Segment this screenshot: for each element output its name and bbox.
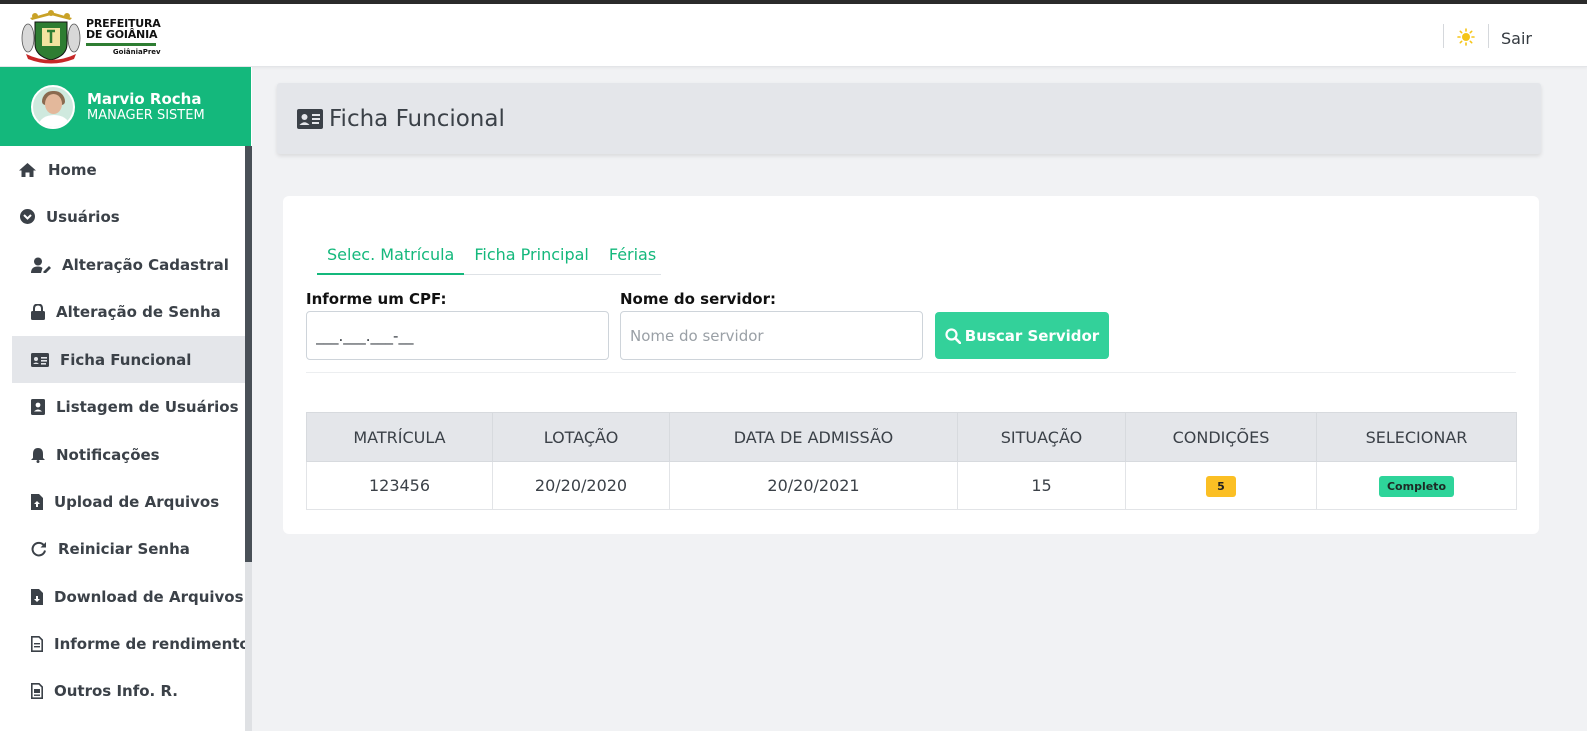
sidebar-item-upload-arquivos[interactable]: Upload de Arquivos bbox=[12, 478, 245, 525]
logo-bar bbox=[86, 43, 156, 46]
crest-icon bbox=[21, 10, 81, 64]
cell-selecionar: Completo bbox=[1316, 461, 1517, 510]
id-card-icon bbox=[31, 352, 49, 367]
column-header: DATA DE ADMISSÃO bbox=[669, 412, 958, 462]
column-header: SELECIONAR bbox=[1316, 412, 1517, 462]
cpf-input[interactable] bbox=[306, 311, 609, 360]
avatar bbox=[31, 84, 75, 129]
cell-situacao: 15 bbox=[957, 461, 1126, 510]
cpf-label: Informe um CPF: bbox=[306, 290, 447, 308]
sidebar-item-label: Informe de rendimento bbox=[54, 634, 250, 653]
user-name: Marvio Rocha bbox=[87, 89, 202, 108]
sidebar-item-home[interactable]: Home bbox=[12, 146, 245, 193]
sidebar-item-label: Home bbox=[48, 160, 97, 179]
column-header: LOTAÇÃO bbox=[492, 412, 670, 462]
server-name-label: Nome do servidor: bbox=[620, 290, 777, 308]
tab-bar: Selec. Matrícula Ficha Principal Férias bbox=[317, 240, 661, 275]
sidebar-item-usuarios[interactable]: Usuários bbox=[12, 193, 245, 240]
bell-icon bbox=[31, 447, 45, 463]
sidebar-item-label: Alteração de Senha bbox=[56, 302, 221, 321]
tab-ficha-principal[interactable]: Ficha Principal bbox=[464, 240, 599, 275]
sidebar-item-label: Notificações bbox=[56, 445, 160, 464]
sidebar-item-label: Alteração Cadastral bbox=[62, 255, 229, 274]
page-title: Ficha Funcional bbox=[329, 105, 505, 132]
form-divider bbox=[306, 372, 1516, 373]
condicoes-badge: 5 bbox=[1206, 475, 1236, 497]
search-icon bbox=[945, 327, 961, 344]
user-profile: Marvio Rocha MANAGER SISTEM bbox=[0, 67, 251, 146]
cell-lotacao: 20/20/2020 bbox=[492, 461, 670, 510]
sidebar-item-ficha-funcional[interactable]: Ficha Funcional bbox=[12, 336, 245, 383]
tab-ferias[interactable]: Férias bbox=[599, 240, 666, 275]
server-name-input[interactable] bbox=[620, 311, 923, 360]
page-header: Ficha Funcional bbox=[277, 83, 1541, 154]
redo-icon bbox=[31, 541, 46, 556]
column-header: SITUAÇÃO bbox=[957, 412, 1126, 462]
sun-icon[interactable] bbox=[1457, 28, 1475, 46]
sidebar-item-alteracao-senha[interactable]: Alteração de Senha bbox=[12, 288, 245, 335]
user-role: MANAGER SISTEM bbox=[87, 107, 205, 123]
sidebar-item-label: Ficha Funcional bbox=[60, 350, 192, 369]
sidebar-item-label: Upload de Arquivos bbox=[54, 492, 220, 511]
search-server-button[interactable]: Buscar Servidor bbox=[935, 312, 1109, 359]
tab-selec-matricula[interactable]: Selec. Matrícula bbox=[317, 240, 465, 275]
header-divider bbox=[1443, 24, 1444, 48]
sidebar-item-download-arquivos[interactable]: Download de Arquivos bbox=[12, 573, 245, 620]
sidebar-item-label: Outros Info. R. bbox=[54, 681, 178, 700]
home-icon bbox=[19, 162, 36, 177]
address-book-icon bbox=[31, 398, 45, 415]
prefeitura-logo[interactable]: PREFEITURA DE GOIÂNIA GoiâniaPrev bbox=[20, 10, 161, 64]
main-card: Selec. Matrícula Ficha Principal Férias … bbox=[283, 196, 1539, 534]
logout-link[interactable]: Sair bbox=[1501, 29, 1532, 48]
file-download-icon bbox=[31, 588, 43, 605]
file-alt-icon bbox=[31, 635, 43, 652]
sidebar-item-label: Usuários bbox=[46, 207, 120, 226]
user-edit-icon bbox=[31, 257, 51, 273]
cell-data-admissao: 20/20/2021 bbox=[669, 461, 958, 510]
sidebar-item-outros-info[interactable]: Outros Info. R. bbox=[12, 667, 245, 714]
column-header: CONDIÇÕES bbox=[1125, 412, 1317, 462]
sidebar-scrollbar-thumb[interactable] bbox=[245, 146, 252, 562]
select-completo-button[interactable]: Completo bbox=[1378, 475, 1454, 497]
sidebar-item-alteracao-cadastral[interactable]: Alteração Cadastral bbox=[12, 241, 245, 288]
sidebar-item-label: Reiniciar Senha bbox=[58, 539, 190, 558]
file-invoice-icon bbox=[31, 682, 43, 699]
lock-icon bbox=[31, 303, 45, 320]
id-card-icon bbox=[297, 108, 323, 129]
sidebar-item-label: Download de Arquivos bbox=[54, 587, 244, 606]
header-divider bbox=[1488, 24, 1489, 48]
chevron-circle-down-icon bbox=[20, 209, 35, 224]
logo-line-2: DE GOIÂNIA bbox=[86, 28, 158, 41]
sidebar-item-reiniciar-senha[interactable]: Reiniciar Senha bbox=[12, 525, 245, 572]
sidebar-item-informe-rendimento[interactable]: Informe de rendimento bbox=[12, 620, 250, 667]
search-server-button-label: Buscar Servidor bbox=[964, 326, 1100, 345]
column-header: MATRÍCULA bbox=[306, 412, 493, 462]
sidebar-item-listagem-usuarios[interactable]: Listagem de Usuários bbox=[12, 383, 245, 430]
table-row: 123456 20/20/2020 20/20/2021 15 5 Comple… bbox=[306, 461, 1517, 510]
sidebar-item-label: Listagem de Usuários bbox=[56, 397, 239, 416]
table-header-row: MATRÍCULA LOTAÇÃO DATA DE ADMISSÃO SITUA… bbox=[306, 412, 1517, 462]
matriculas-table: MATRÍCULA LOTAÇÃO DATA DE ADMISSÃO SITUA… bbox=[306, 412, 1517, 510]
sidebar: Marvio Rocha MANAGER SISTEM Home Usuário… bbox=[0, 67, 252, 731]
file-upload-icon bbox=[31, 493, 43, 510]
top-header: PREFEITURA DE GOIÂNIA GoiâniaPrev Sair bbox=[0, 4, 1587, 67]
cell-matricula: 123456 bbox=[306, 461, 493, 510]
cell-condicoes: 5 bbox=[1125, 461, 1317, 510]
logo-line-3: GoiâniaPrev bbox=[112, 48, 161, 56]
sidebar-item-notificacoes[interactable]: Notificações bbox=[12, 431, 245, 478]
